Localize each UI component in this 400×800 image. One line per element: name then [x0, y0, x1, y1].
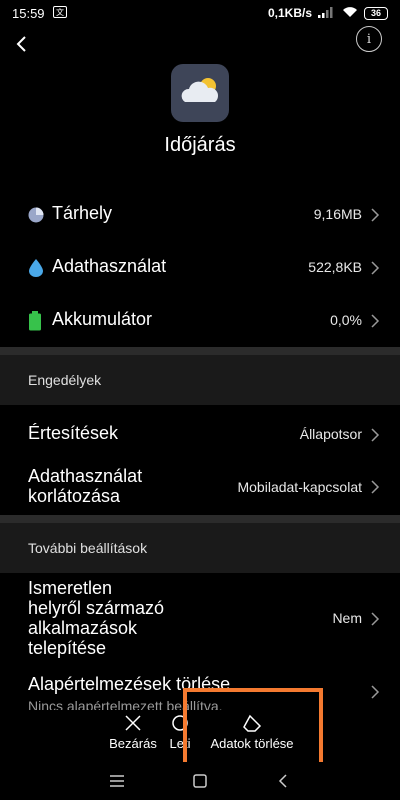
network-speed: 0,1KB/s	[267, 6, 312, 20]
chevron-right-icon	[371, 612, 380, 626]
recent-apps-button[interactable]	[106, 770, 128, 792]
data-usage-label: Adathasználat	[52, 256, 167, 276]
status-time: 15:59	[12, 5, 45, 21]
chevron-right-icon	[371, 208, 380, 222]
permissions-header-label: Engedélyek	[28, 372, 102, 388]
app-name: Időjárás	[164, 134, 236, 156]
storage-label: Tárhely	[52, 203, 113, 223]
unknown-sources-value: Nem	[332, 610, 362, 626]
wifi-icon	[342, 6, 358, 21]
home-square-icon	[193, 774, 207, 788]
data-restriction-row[interactable]: Adathasználat korlátozása Mobiladat-kapc…	[0, 464, 400, 510]
highlight-box	[183, 688, 323, 766]
data-restriction-label-line1: Adathasználat	[28, 466, 143, 486]
chevron-right-icon	[371, 314, 380, 328]
battery-value: 0,0%	[330, 312, 362, 328]
battery-row[interactable]: Akkumulátor 0,0%	[0, 306, 400, 336]
chevron-right-icon	[371, 261, 380, 275]
close-icon	[125, 715, 141, 731]
data-restriction-label: Adathasználat korlátozása	[28, 466, 142, 506]
app-icon	[171, 64, 229, 122]
unknown-sources-line1: Ismeretlen	[28, 578, 113, 598]
storage-value: 9,16MB	[313, 206, 362, 222]
info-button[interactable]: i	[356, 26, 382, 52]
data-restriction-label-line2: korlátozása	[28, 486, 121, 506]
unknown-sources-row[interactable]: Ismeretlen helyről származó alkalmazások…	[0, 578, 400, 660]
menu-icon	[110, 775, 124, 787]
battery-icon	[28, 311, 44, 331]
notifications-label: Értesítések	[28, 423, 119, 443]
info-icon: i	[366, 31, 372, 47]
chevron-right-icon	[371, 685, 380, 699]
chevron-left-icon	[16, 36, 26, 52]
unknown-sources-line3: alkalmazások	[28, 618, 138, 638]
more-settings-header-label: További beállítások	[28, 540, 148, 556]
weather-cloud-icon	[181, 78, 219, 102]
water-drop-icon	[28, 259, 44, 277]
home-button[interactable]	[189, 770, 211, 792]
chevron-right-icon	[371, 428, 380, 442]
battery-label: Akkumulátor	[52, 309, 153, 329]
section-divider	[0, 347, 400, 355]
chevron-right-icon	[371, 480, 380, 494]
system-nav-bar	[0, 762, 400, 800]
data-restriction-value: Mobiladat-kapcsolat	[237, 479, 362, 495]
notifications-value: Állapotsor	[299, 426, 362, 442]
nav-back-button[interactable]	[272, 770, 294, 792]
translate-notification-icon: 文	[52, 5, 67, 21]
unknown-sources-line4: telepítése	[28, 638, 107, 658]
battery-indicator: 36	[364, 6, 388, 20]
permissions-header: Engedélyek	[0, 355, 400, 405]
unknown-sources-line2: helyről származó	[28, 598, 165, 618]
back-arrow-icon	[278, 774, 287, 788]
section-divider	[0, 515, 400, 523]
data-usage-row[interactable]: Adathasználat 522,8KB	[0, 253, 400, 283]
notifications-row[interactable]: Értesítések Állapotsor	[0, 420, 400, 450]
storage-row[interactable]: Tárhely 9,16MB	[0, 200, 400, 230]
status-bar: 15:59 文 0,1KB/s 36	[0, 0, 400, 26]
svg-text:文: 文	[56, 7, 64, 17]
pie-chart-icon	[28, 207, 44, 223]
data-usage-value: 522,8KB	[308, 259, 362, 275]
more-settings-header: További beállítások	[0, 523, 400, 573]
close-action-label: Bezárás	[109, 736, 157, 751]
unknown-sources-label: Ismeretlen helyről származó alkalmazások…	[28, 578, 164, 658]
signal-icon	[318, 6, 336, 21]
back-button[interactable]	[10, 30, 32, 58]
close-action-button[interactable]: Bezárás	[108, 710, 158, 762]
